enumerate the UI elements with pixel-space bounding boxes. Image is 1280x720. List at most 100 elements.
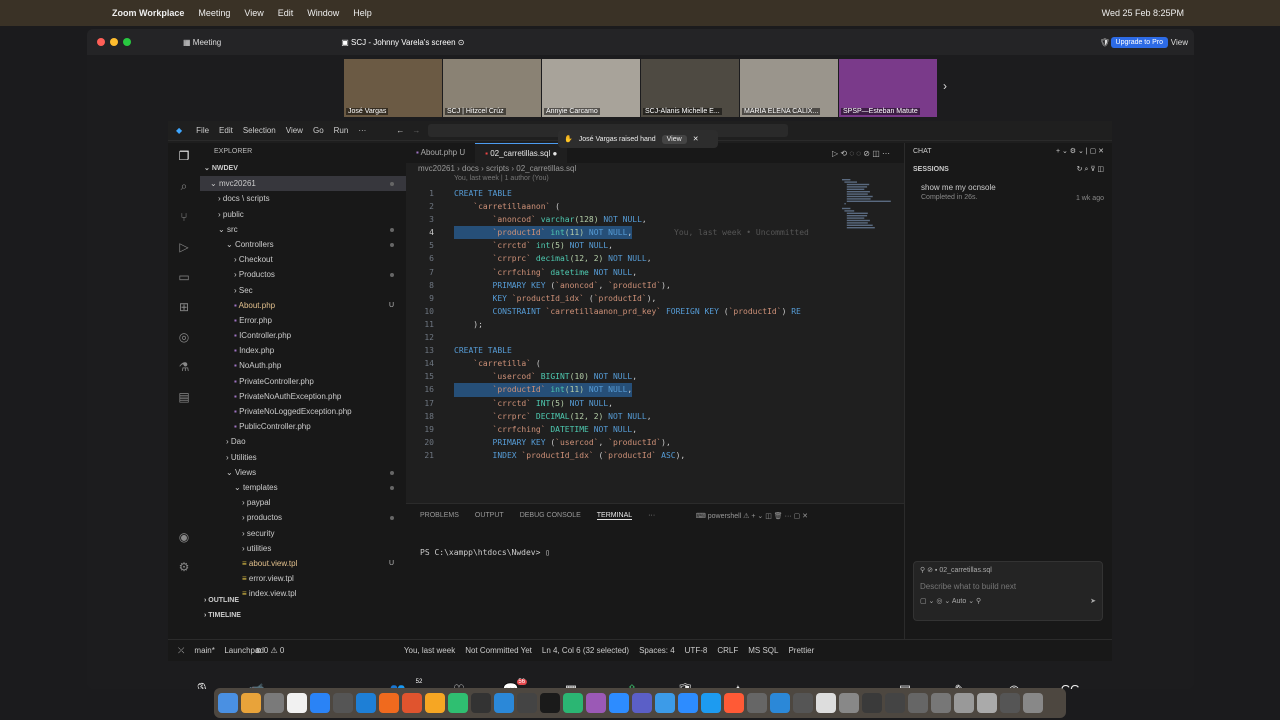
database-icon[interactable]: ▤ [178, 390, 189, 404]
code-line[interactable]: 10 CONSTRAINT `carretillaanon_prd_key` F… [406, 305, 836, 318]
menu-edit[interactable]: Edit [219, 126, 233, 135]
dock-app-icon[interactable] [908, 693, 928, 713]
dock-app-icon[interactable] [954, 693, 974, 713]
branch-indicator[interactable]: main* [194, 646, 214, 655]
dock-app-icon[interactable] [264, 693, 284, 713]
participant-tile[interactable]: SCJ-Alanis Michelle E... [641, 59, 739, 117]
participant-tile[interactable]: MARIA ELENA CALIX... [740, 59, 838, 117]
tab-debug-console[interactable]: DEBUG CONSOLE [520, 512, 581, 520]
menu-view[interactable]: View [244, 8, 263, 18]
tree-item[interactable]: ▪ IController.php [200, 328, 406, 343]
code-line[interactable]: 7 `crrfching` datetime NOT NULL, [406, 266, 836, 279]
participant-tile[interactable]: José Vargas [344, 59, 442, 117]
tree-item[interactable]: ⌄ src [200, 222, 406, 237]
code-line[interactable]: 12 [406, 331, 836, 344]
minimize-window-button[interactable] [110, 38, 118, 46]
toast-view-button[interactable]: View [661, 134, 687, 144]
tab-terminal[interactable]: TERMINAL [596, 512, 633, 520]
dock-app-icon[interactable] [448, 693, 468, 713]
dock-app-icon[interactable] [287, 693, 307, 713]
code-line[interactable]: 6 `crrprc` decimal(12, 2) NOT NULL, [406, 252, 836, 265]
chat-actions[interactable]: + ⌄ ⚙ ⌄ | ▢ ✕ [1056, 143, 1104, 161]
tree-item[interactable]: › Dao [200, 434, 406, 449]
tree-item[interactable]: › productos [200, 510, 406, 525]
dock-app-icon[interactable] [1000, 693, 1020, 713]
back-arrow-icon[interactable]: ← [396, 126, 404, 135]
dock-app-icon[interactable] [839, 693, 859, 713]
dock-app-icon[interactable] [885, 693, 905, 713]
code-line[interactable]: 5 `crrctd` int(5) NOT NULL, [406, 239, 836, 252]
settings-gear-icon[interactable]: ⚙ [179, 560, 190, 574]
control-audio[interactable]: 🎙Audio [193, 681, 211, 689]
code-line[interactable]: 8 PRIMARY KEY (`anoncod`, `productId`), [406, 279, 836, 292]
tree-item[interactable]: › Sec [200, 283, 406, 298]
participant-tile[interactable]: Annyie Carcamo [542, 59, 640, 117]
workspace-root[interactable]: ⌄ NWDEV [200, 161, 406, 176]
remote-explorer-icon[interactable]: ▭ [178, 270, 189, 284]
dock-app-icon[interactable] [540, 693, 560, 713]
send-icon[interactable]: ➤ [1090, 597, 1096, 605]
dock-app-icon[interactable] [931, 693, 951, 713]
tree-item[interactable]: ⌄ mvc20261 [200, 176, 406, 192]
prettier-status[interactable]: Prettier [788, 646, 814, 655]
tab-problems[interactable]: PROBLEMS [420, 512, 459, 520]
dock-app-icon[interactable] [310, 693, 330, 713]
menubar-clock[interactable]: Wed 25 Feb 8:25PM [1102, 8, 1184, 18]
participant-tile[interactable]: SCJ | Hitzcel Crúz [443, 59, 541, 117]
code-line[interactable]: 20 PRIMARY KEY (`usercod`, `productId`), [406, 436, 836, 449]
menu-window[interactable]: Window [307, 8, 339, 18]
tree-item[interactable]: › security [200, 526, 406, 541]
menu-edit[interactable]: Edit [278, 8, 294, 18]
participant-tile[interactable]: SPSP—Esteban Matute [839, 59, 937, 117]
dock-app-icon[interactable] [586, 693, 606, 713]
attached-file[interactable]: ⚲ ⊘ ▪ 02_carretillas.sql [914, 562, 1102, 578]
code-line[interactable]: 1 CREATE TABLE [406, 187, 836, 200]
search-icon[interactable]: ⌕ [181, 179, 188, 194]
close-icon[interactable]: ✕ [693, 135, 699, 143]
dock-app-icon[interactable] [724, 693, 744, 713]
tree-item[interactable]: ≡ about.view.tpl U [200, 556, 406, 571]
dock-app-icon[interactable] [379, 693, 399, 713]
dock-app-icon[interactable] [816, 693, 836, 713]
launchpad-indicator[interactable]: Launchpad [224, 646, 264, 655]
tree-item[interactable]: ▪ PrivateController.php [200, 374, 406, 389]
line-ending[interactable]: CRLF [717, 646, 738, 655]
tree-item[interactable]: ▪ PublicController.php [200, 419, 406, 434]
tree-item[interactable]: ⌄ templates [200, 480, 406, 495]
dock-app-icon[interactable] [517, 693, 537, 713]
tree-item[interactable]: ⌄ Controllers [200, 237, 406, 252]
dock-app-icon[interactable] [218, 693, 238, 713]
tree-item[interactable]: ▪ NoAuth.php [200, 358, 406, 373]
terminal-prompt[interactable]: PS C:\xampp\htdocs\Nwdev> ▯ [420, 548, 550, 557]
tree-item[interactable]: › utilities [200, 541, 406, 556]
blame-status[interactable]: You, last week [404, 646, 455, 655]
language-mode[interactable]: MS SQL [748, 646, 778, 655]
close-window-button[interactable] [97, 38, 105, 46]
chat-mode[interactable]: ▢ ⌄ ◎ ⌄ Auto ⌄ ⚲ ➤ [914, 595, 1102, 607]
control-more[interactable]: ⋯More [1118, 681, 1134, 689]
menu-run[interactable]: Run [334, 126, 349, 135]
dock-app-icon[interactable] [793, 693, 813, 713]
menu-selection[interactable]: Selection [243, 126, 276, 135]
dock-app-icon[interactable] [747, 693, 767, 713]
dock-app-icon[interactable] [977, 693, 997, 713]
meeting-tab[interactable]: ▦ Meeting [183, 38, 221, 47]
code-line[interactable]: 17 `crrctd` INT(5) NOT NULL, [406, 397, 836, 410]
code-line[interactable]: 21 INDEX `productId_idx` (`productId` AS… [406, 449, 836, 462]
menu-help[interactable]: Help [353, 8, 372, 18]
tab-about-php[interactable]: ▪ About.php U [406, 143, 475, 163]
menu-meeting[interactable]: Meeting [198, 8, 230, 18]
code-line[interactable]: 2 `carretillaanon` ( [406, 200, 836, 213]
share-title[interactable]: ▣ SCJ - Johnny Varela's screen ⊙ [341, 38, 464, 47]
tree-item[interactable]: ▪ Index.php [200, 343, 406, 358]
code-line[interactable]: 13 CREATE TABLE [406, 344, 836, 357]
chat-input-box[interactable]: ⚲ ⊘ ▪ 02_carretillas.sql Describe what t… [913, 561, 1103, 621]
next-participants-icon[interactable]: › [943, 79, 947, 93]
code-line[interactable]: 14 `carretilla` ( [406, 357, 836, 370]
dock-app-icon[interactable] [678, 693, 698, 713]
menu-file[interactable]: File [196, 126, 209, 135]
git-graph-icon[interactable]: ◎ [179, 330, 189, 344]
breadcrumb[interactable]: mvc20261 › docs › scripts › 02_carretill… [406, 163, 576, 175]
tree-item[interactable]: ▪ PrivateNoLoggedException.php [200, 404, 406, 419]
tree-item[interactable]: ▪ Error.php [200, 313, 406, 328]
